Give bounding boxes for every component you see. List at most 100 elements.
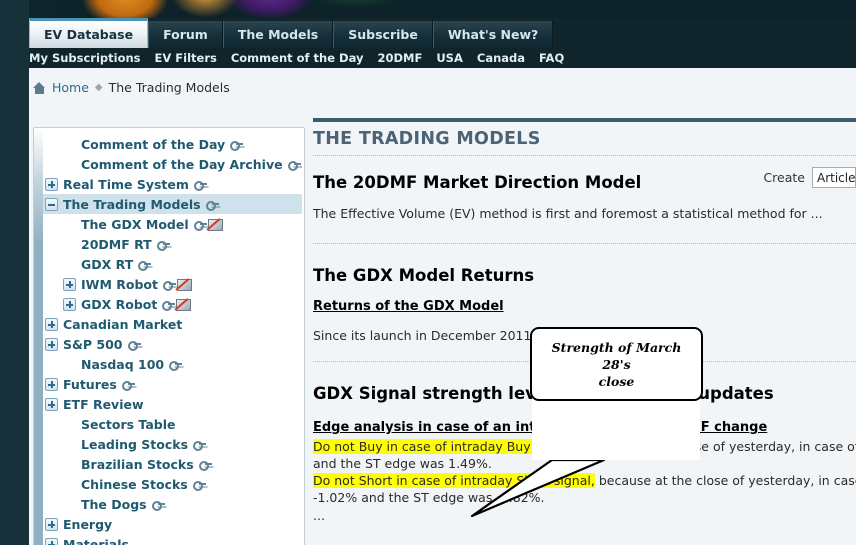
secondary-nav: My Subscriptions EV Filters Comment of t…: [29, 48, 564, 68]
edge-line-1: Do not Buy in case of intraday Buy signa…: [313, 438, 856, 455]
key-icon: [121, 380, 135, 391]
sidebar-item-label: GDX RT: [81, 256, 134, 272]
tab-the-models[interactable]: The Models: [222, 21, 334, 48]
expand-plus-icon[interactable]: [63, 277, 76, 291]
subnav-item-ev-filters[interactable]: EV Filters: [155, 51, 217, 65]
callout-line-2: close: [598, 373, 635, 389]
edge-line-3: Do not Short in case of intraday Short s…: [313, 472, 856, 489]
expand-plus-icon[interactable]: [45, 537, 58, 545]
returns-of-gdx-model-link[interactable]: Returns of the GDX Model: [313, 299, 504, 314]
tab-ev-database[interactable]: EV Database: [29, 18, 149, 48]
key-icon: [193, 440, 207, 451]
tab-forum[interactable]: Forum: [148, 21, 223, 48]
sidebar-item-label: S&P 500: [63, 336, 123, 352]
sidebar-item-the-trading-models[interactable]: The Trading Models: [43, 194, 302, 214]
book-restricted-icon: [176, 278, 192, 291]
breadcrumb-home-link[interactable]: Home: [52, 80, 89, 95]
divider: [313, 243, 856, 244]
section-subheading-edge-analysis: Edge analysis in case of an intraday rea…: [313, 420, 768, 435]
sidebar-item-label: Comment of the Day: [81, 136, 226, 152]
expand-plus-icon[interactable]: [63, 297, 76, 311]
sidebar-item-iwm-robot[interactable]: IWM Robot: [43, 274, 302, 294]
section-paragraph-20dmf: The Effective Volume (EV) method is firs…: [313, 206, 823, 221]
sidebar-item-comment-of-the-day-archive[interactable]: Comment of the Day Archive: [43, 154, 302, 174]
key-icon: [198, 460, 212, 471]
sidebar-item-the-gdx-model[interactable]: The GDX Model: [43, 214, 302, 234]
sidebar-item-real-time-system[interactable]: Real Time System: [43, 174, 302, 194]
sidebar-item-leading-stocks[interactable]: Leading Stocks: [43, 434, 302, 454]
section-heading-gdx-returns: The GDX Model Returns: [313, 266, 535, 285]
app-window: Effective Volume banner EV Database Foru…: [0, 0, 856, 545]
key-icon: [193, 180, 207, 191]
key-icon: [162, 300, 176, 311]
breadcrumb-separator-icon: ◆: [94, 82, 103, 93]
subnav-item-my-subscriptions[interactable]: My Subscriptions: [29, 51, 141, 65]
tab-subscribe[interactable]: Subscribe: [333, 21, 433, 48]
sidebar-item-label: Comment of the Day Archive: [81, 156, 283, 172]
key-icon: [193, 220, 207, 231]
subnav-item-usa[interactable]: USA: [436, 51, 463, 65]
subnav-item-comment-of-the-day[interactable]: Comment of the Day: [231, 51, 364, 65]
key-icon: [138, 260, 152, 271]
tab-label: Subscribe: [348, 27, 418, 42]
subnav-item-faq[interactable]: FAQ: [539, 51, 564, 65]
sidebar-item-label: Chinese Stocks: [81, 476, 188, 492]
key-icon: [127, 340, 141, 351]
site-header: Effective Volume banner EV Database Foru…: [0, 0, 856, 68]
sidebar-item-gdx-rt[interactable]: GDX RT: [43, 254, 302, 274]
expand-plus-icon[interactable]: [45, 517, 58, 531]
key-icon: [156, 240, 170, 251]
expand-plus-icon[interactable]: [45, 337, 58, 351]
edge-line-2: and the ST edge was 1.49%.: [313, 456, 492, 471]
key-icon: [230, 140, 244, 151]
sidebar-item-label: Energy: [63, 516, 113, 532]
sidebar-item-canadian-market[interactable]: Canadian Market: [43, 314, 302, 334]
edge-line-1-rest: because at the close of yesterday, in ca…: [579, 439, 856, 454]
edge-ellipsis: ...: [313, 508, 325, 523]
highlight-do-not-short: Do not Short in case of intraday Short s…: [313, 473, 595, 488]
sidebar-item-sectors-table[interactable]: Sectors Table: [43, 414, 302, 434]
sidebar-item-futures[interactable]: Futures: [43, 374, 302, 394]
sidebar-item-etf-review[interactable]: ETF Review: [43, 394, 302, 414]
expand-plus-icon[interactable]: [45, 397, 58, 411]
key-icon: [205, 200, 219, 211]
sidebar-item-the-dogs[interactable]: The Dogs: [43, 494, 302, 514]
sidebar-item-label: Nasdaq 100: [81, 356, 165, 372]
sidebar-item-sp-500[interactable]: S&P 500: [43, 334, 302, 354]
sidebar-item-label: Materials: [63, 536, 129, 545]
sidebar-item-brazilian-stocks[interactable]: Brazilian Stocks: [43, 454, 302, 474]
subnav-item-20dmf[interactable]: 20DMF: [377, 51, 422, 65]
page-body: Home ◆ The Trading Models Create Article…: [0, 68, 856, 545]
sidebar-item-label: Sectors Table: [81, 416, 176, 432]
left-gutter: [0, 68, 29, 545]
sidebar-rail: [34, 128, 43, 545]
divider: [313, 155, 856, 156]
sidebar-item-20dmf-rt[interactable]: 20DMF RT: [43, 234, 302, 254]
header-left-gutter: [0, 0, 29, 68]
expand-plus-icon[interactable]: [45, 377, 58, 391]
home-icon: [33, 81, 46, 94]
key-icon: [162, 280, 176, 291]
sidebar-item-label: IWM Robot: [81, 276, 158, 292]
sidebar-item-chinese-stocks[interactable]: Chinese Stocks: [43, 474, 302, 494]
key-icon: [192, 480, 206, 491]
tab-whats-new[interactable]: What's New?: [432, 21, 554, 48]
collapse-minus-icon[interactable]: [45, 197, 58, 211]
expand-plus-icon[interactable]: [45, 317, 58, 331]
sidebar-item-label: Canadian Market: [63, 316, 183, 332]
subnav-item-canada[interactable]: Canada: [477, 51, 525, 65]
site-banner-image: Effective Volume banner: [55, 0, 856, 18]
expand-plus-icon[interactable]: [45, 177, 58, 191]
edge-line-4: -1.02% and the ST edge was -1.82%.: [313, 490, 545, 505]
sidebar-item-nasdaq-100[interactable]: Nasdaq 100: [43, 354, 302, 374]
sidebar-item-label: Leading Stocks: [81, 436, 189, 452]
sidebar-item-comment-of-the-day[interactable]: Comment of the Day: [43, 134, 302, 154]
sidebar-item-materials[interactable]: Materials: [43, 534, 302, 545]
highlight-do-not-buy: Do not Buy in case of intraday Buy signa…: [313, 439, 576, 454]
sidebar-tree: Comment of the Day Comment of the Day Ar…: [43, 134, 302, 545]
key-icon: [169, 360, 183, 371]
sidebar-item-gdx-robot[interactable]: GDX Robot: [43, 294, 302, 314]
sidebar-item-energy[interactable]: Energy: [43, 514, 302, 534]
edge-line-3-rest: because at the close of yesterday, in ca…: [598, 473, 856, 488]
sidebar-panel: Comment of the Day Comment of the Day Ar…: [33, 127, 305, 545]
